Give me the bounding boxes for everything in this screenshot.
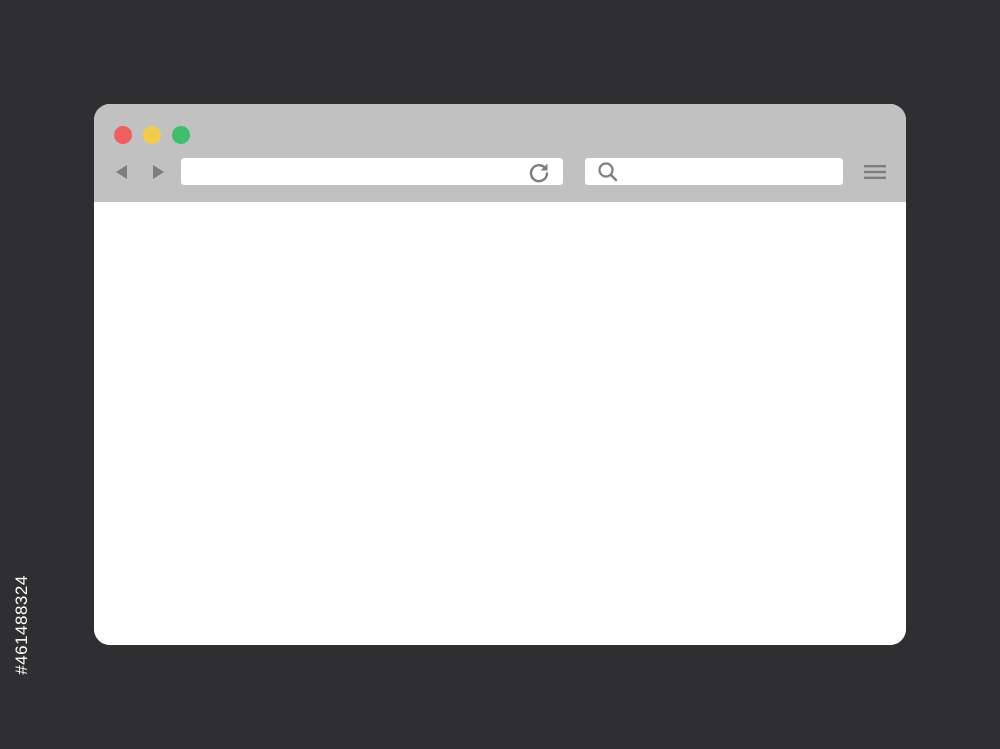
address-bar-input[interactable] bbox=[181, 158, 563, 185]
forward-button[interactable] bbox=[148, 162, 168, 182]
search-input[interactable] bbox=[585, 158, 843, 185]
reload-button[interactable] bbox=[527, 160, 551, 184]
minimize-window-button[interactable] bbox=[143, 126, 161, 144]
browser-toolbar bbox=[94, 104, 906, 202]
reload-icon bbox=[529, 163, 549, 183]
page-content-area bbox=[94, 202, 906, 645]
menu-button[interactable] bbox=[862, 161, 888, 183]
forward-arrow-icon bbox=[153, 165, 164, 179]
stock-id-text: #461488324 bbox=[12, 575, 32, 675]
stage: #461488324 bbox=[0, 0, 1000, 749]
browser-window bbox=[94, 104, 906, 645]
stock-id-label: #461488324 bbox=[10, 510, 34, 740]
back-button[interactable] bbox=[112, 162, 132, 182]
close-window-button[interactable] bbox=[114, 126, 132, 144]
maximize-window-button[interactable] bbox=[172, 126, 190, 144]
hamburger-menu-icon bbox=[864, 165, 886, 179]
back-arrow-icon bbox=[116, 165, 127, 179]
